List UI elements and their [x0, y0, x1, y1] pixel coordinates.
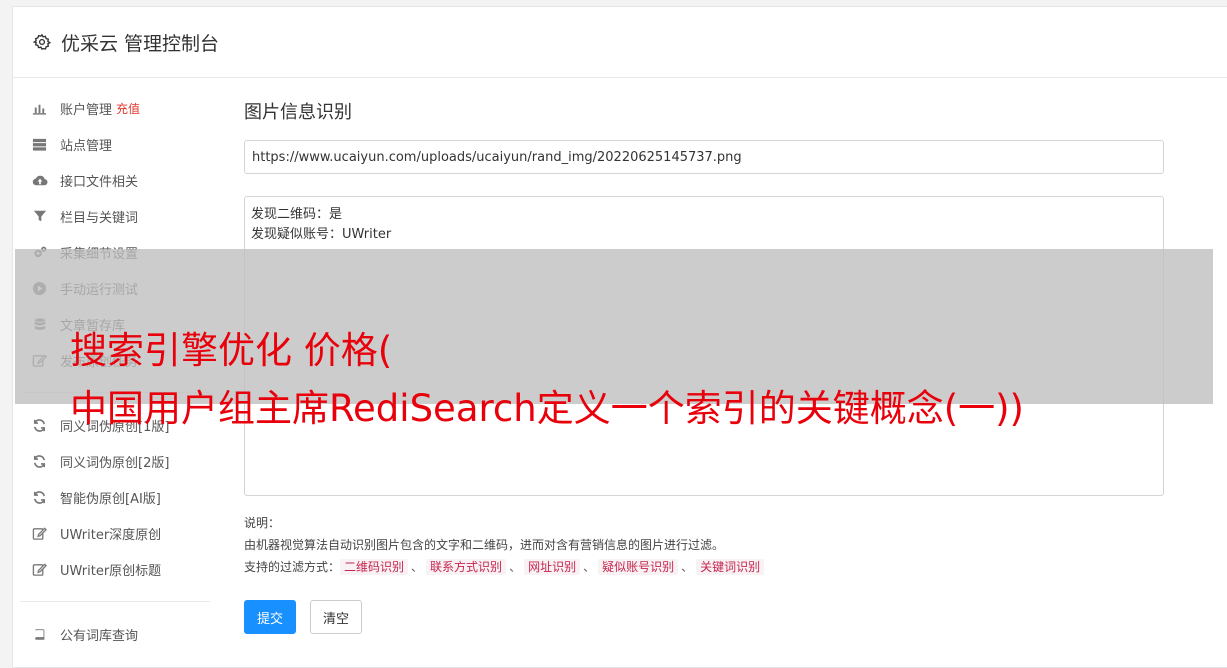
cloud-upload-icon — [31, 172, 48, 189]
overlay-line-1: 搜索引擎优化 价格( — [70, 329, 393, 372]
book-icon — [31, 626, 48, 643]
overlay-line-2: 中国用户组主席RediSearch定义一个索引的关键概念(一)) — [70, 387, 1024, 430]
sidebar-item-label: 账户管理 — [60, 102, 113, 118]
sidebar-item[interactable]: 同义词伪原创[2版] — [20, 443, 210, 479]
clear-button[interactable]: 清空 — [310, 600, 363, 634]
sidebar-item[interactable]: UWriter原创标题 — [20, 551, 210, 587]
filter-method-tag: 网址识别 — [524, 559, 581, 575]
tag-separator: 、 — [509, 560, 522, 574]
notes-heading: 说明： — [244, 516, 281, 530]
sidebar-item[interactable]: 账户管理 充值 — [20, 90, 210, 126]
bar-chart-icon — [31, 100, 48, 117]
filter-methods: 支持的过滤方式： 二维码识别、联系方式识别、网址识别、疑似账号识别、关键词识别 — [244, 556, 1164, 578]
filter-methods-label: 支持的过滤方式： — [244, 560, 341, 574]
image-url-input[interactable] — [244, 140, 1164, 174]
sidebar-item-label: 站点管理 — [60, 138, 113, 154]
tag-separator: 、 — [583, 560, 596, 574]
filter-method-tag: 二维码识别 — [340, 559, 409, 575]
sidebar-item[interactable]: 站点管理 — [20, 126, 210, 162]
refresh-icon — [31, 489, 48, 506]
edit-icon — [31, 561, 48, 578]
filter-icon — [31, 208, 48, 225]
refresh-icon — [31, 453, 48, 470]
filter-method-tag: 联系方式识别 — [426, 559, 507, 575]
section-title: 图片信息识别 — [244, 102, 352, 123]
sidebar-item-label: 同义词伪原创[2版] — [60, 455, 170, 471]
edit-icon — [31, 525, 48, 542]
sidebar-item[interactable]: UWriter深度原创 — [20, 515, 210, 551]
sidebar-item-label: 栏目与关键词 — [60, 210, 139, 226]
sidebar-item-label: UWriter原创标题 — [60, 563, 162, 579]
recharge-link[interactable]: 充值 — [116, 100, 140, 117]
sidebar-item-label: UWriter深度原创 — [60, 527, 162, 543]
submit-button[interactable]: 提交 — [244, 600, 297, 634]
sidebar-divider — [20, 601, 210, 602]
header: 优采云 管理控制台 — [13, 7, 1227, 78]
refresh-icon — [31, 417, 48, 434]
overlay-text: 搜索引擎优化 价格( 中国用户组主席RediSearch定义一个索引的关键概念(… — [70, 322, 1024, 438]
tag-separator: 、 — [411, 560, 424, 574]
sidebar-item[interactable]: 栏目与关键词 — [20, 198, 210, 234]
sidebar-item-label: 智能伪原创[AI版] — [60, 491, 161, 507]
filter-method-tag: 疑似账号识别 — [598, 559, 679, 575]
server-icon — [31, 136, 48, 153]
page-title: 优采云 管理控制台 — [61, 32, 220, 55]
sidebar-item[interactable]: 接口文件相关 — [20, 162, 210, 198]
notes-description: 由机器视觉算法自动识别图片包含的文字和二维码，进而对含有营销信息的图片进行过滤。 — [244, 538, 725, 552]
filter-method-tag: 关键词识别 — [696, 559, 765, 575]
sidebar-item[interactable]: 智能伪原创[AI版] — [20, 479, 210, 515]
sidebar-item[interactable]: 公有词库查询 — [20, 616, 210, 652]
tag-separator: 、 — [681, 560, 694, 574]
notes: 说明： 由机器视觉算法自动识别图片包含的文字和二维码，进而对含有营销信息的图片进… — [244, 512, 1164, 578]
gear-icon — [33, 33, 51, 51]
sidebar-item-label: 接口文件相关 — [60, 174, 139, 190]
sidebar-item-label: 公有词库查询 — [60, 628, 139, 644]
